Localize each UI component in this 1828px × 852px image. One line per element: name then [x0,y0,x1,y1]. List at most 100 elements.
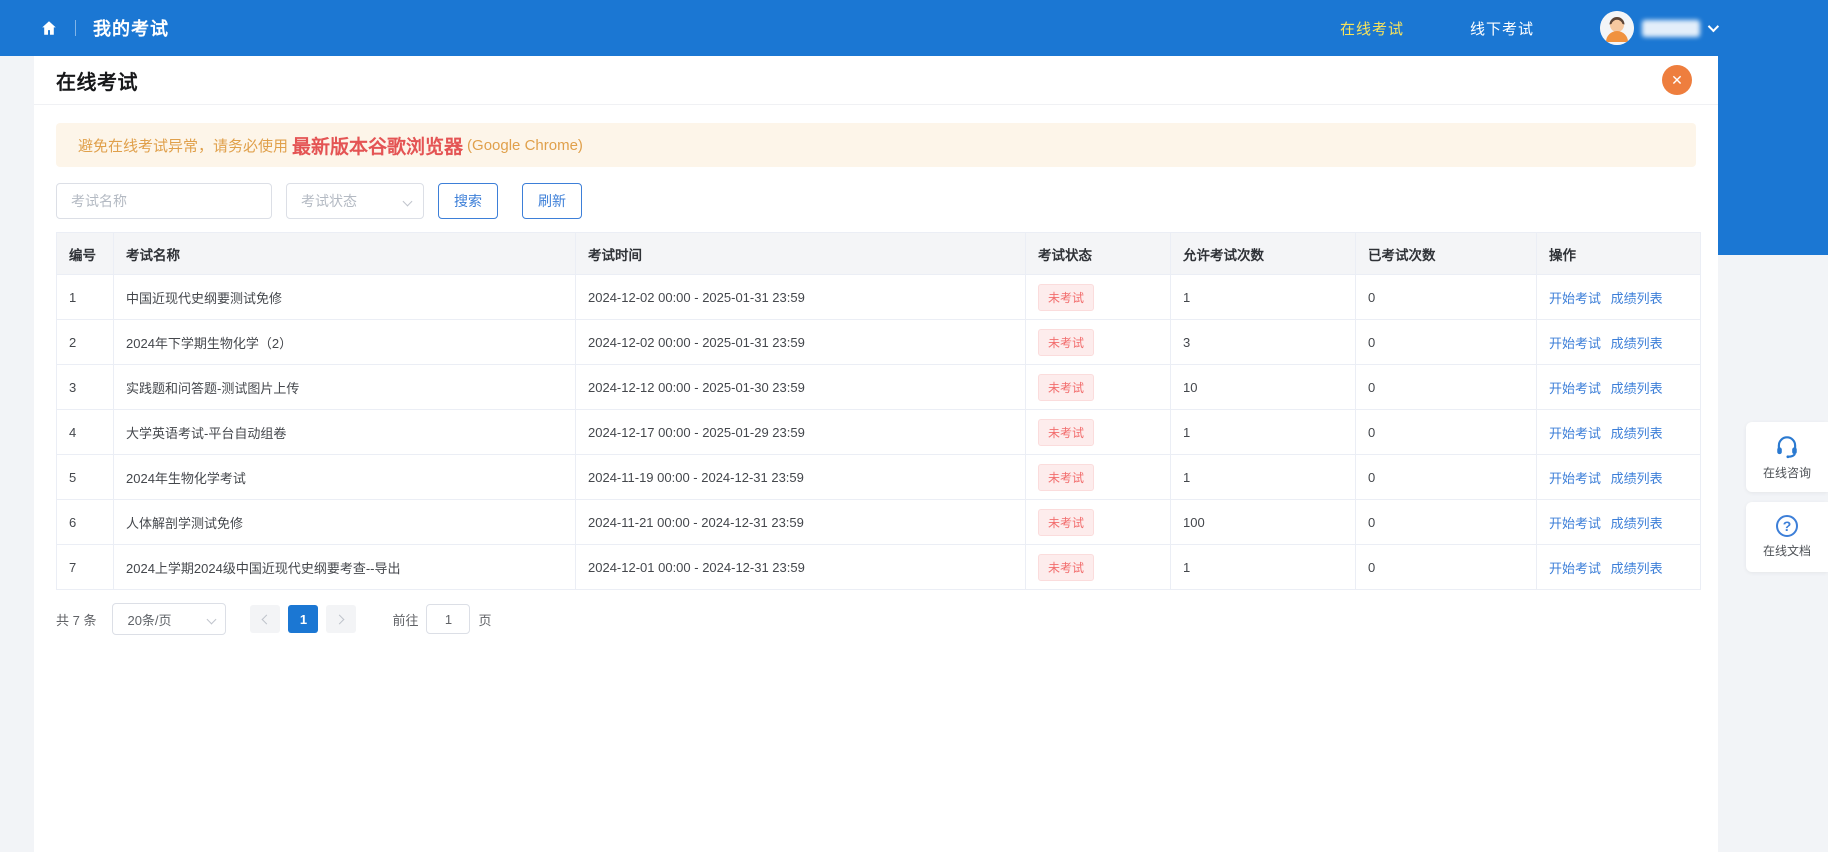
start-exam-link[interactable]: 开始考试 [1549,471,1601,486]
status-badge: 未考试 [1038,508,1095,536]
cell-actions: 开始考试 成绩列表 [1536,454,1701,500]
cell-allowed: 100 [1170,499,1356,545]
cell-no: 2 [56,319,114,365]
page-size-select[interactable]: 20条/页 [112,603,227,635]
cell-no: 4 [56,409,114,455]
table-row: 4 大学英语考试-平台自动组卷 2024-12-17 00:00 - 2025-… [56,409,1701,455]
score-list-link[interactable]: 成绩列表 [1611,426,1663,441]
cell-name: 大学英语考试-平台自动组卷 [113,409,576,455]
start-exam-link[interactable]: 开始考试 [1549,426,1601,441]
close-icon: ✕ [1671,71,1683,88]
banner-prefix: 避免在线考试异常，请务必使用 [78,137,289,155]
start-exam-link[interactable]: 开始考试 [1549,381,1601,396]
cell-time: 2024-12-01 00:00 - 2024-12-31 23:59 [575,544,1026,590]
column-header-status: 考试状态 [1025,232,1171,275]
score-list-link[interactable]: 成绩列表 [1611,336,1663,351]
status-badge: 未考试 [1038,418,1095,446]
headset-icon [1774,433,1800,459]
table-header-row: 编号 考试名称 考试时间 考试状态 允许考试次数 已考试次数 操作 [56,232,1701,275]
nav-item-offline-exam[interactable]: 线下考试 [1470,18,1534,39]
start-exam-link[interactable]: 开始考试 [1549,291,1601,306]
cell-status: 未考试 [1025,544,1171,590]
score-list-link[interactable]: 成绩列表 [1611,561,1663,576]
pagination: 共 7 条 20条/页 1 前往 页 [56,603,1696,635]
cell-actions: 开始考试 成绩列表 [1536,544,1701,590]
goto-suffix: 页 [478,612,492,628]
start-exam-link[interactable]: 开始考试 [1549,561,1601,576]
start-exam-link[interactable]: 开始考试 [1549,516,1601,531]
search-button[interactable]: 搜索 [438,183,498,219]
cell-actions: 开始考试 成绩列表 [1536,409,1701,455]
cell-status: 未考试 [1025,364,1171,410]
cell-no: 5 [56,454,114,500]
cell-name: 实践题和问答题-测试图片上传 [113,364,576,410]
online-consult-widget[interactable]: 在线咨询 [1746,422,1828,492]
cell-status: 未考试 [1025,409,1171,455]
goto-page-input[interactable] [426,604,471,634]
current-page-button[interactable]: 1 [288,605,319,633]
score-list-link[interactable]: 成绩列表 [1611,471,1663,486]
score-list-link[interactable]: 成绩列表 [1611,381,1663,396]
cell-no: 6 [56,499,114,545]
chevron-left-icon [262,614,272,624]
column-header-taken: 已考试次数 [1355,232,1537,275]
cell-taken: 0 [1355,544,1537,590]
close-button[interactable]: ✕ [1662,65,1692,95]
cell-taken: 0 [1355,454,1537,500]
cell-taken: 0 [1355,499,1537,545]
banner-suffix: (Google Chrome) [467,136,583,154]
column-header-name: 考试名称 [113,232,576,275]
cell-actions: 开始考试 成绩列表 [1536,319,1701,365]
cell-no: 7 [56,544,114,590]
chevron-down-icon [207,614,217,624]
page-size-value: 20条/页 [127,612,172,628]
column-header-no: 编号 [56,232,114,275]
cell-allowed: 1 [1170,454,1356,500]
nav-item-online-exam[interactable]: 在线考试 [1340,18,1404,39]
table-row: 1 中国近现代史纲要测试免修 2024-12-02 00:00 - 2025-0… [56,274,1701,320]
score-list-link[interactable]: 成绩列表 [1611,291,1663,306]
refresh-button[interactable]: 刷新 [522,183,582,219]
table-row: 7 2024上学期2024级中国近现代史纲要考查--导出 2024-12-01 … [56,544,1701,590]
goto-label: 前往 [392,612,419,628]
cell-no: 3 [56,364,114,410]
chrome-warning-banner: 避免在线考试异常，请务必使用 最新版本谷歌浏览器 (Google Chrome) [56,123,1696,167]
column-header-time: 考试时间 [575,232,1026,275]
cell-name: 2024年生物化学考试 [113,454,576,500]
exam-status-placeholder: 考试状态 [301,193,357,209]
user-menu[interactable] [1600,11,1720,45]
cell-taken: 0 [1355,409,1537,455]
chevron-down-icon [1707,20,1720,33]
home-icon[interactable] [40,19,58,37]
cell-status: 未考试 [1025,274,1171,320]
user-avatar[interactable] [1600,11,1634,45]
prev-page-button[interactable] [250,605,281,633]
exam-table-body: 1 中国近现代史纲要测试免修 2024-12-02 00:00 - 2025-0… [56,274,1701,590]
cell-time: 2024-11-19 00:00 - 2024-12-31 23:59 [575,454,1026,500]
exam-name-input[interactable] [56,183,272,219]
next-page-button[interactable] [326,605,357,633]
status-badge: 未考试 [1038,463,1095,491]
cell-time: 2024-12-02 00:00 - 2025-01-31 23:59 [575,319,1026,365]
exam-status-select[interactable]: 考试状态 [286,183,424,219]
cell-allowed: 3 [1170,319,1356,365]
question-icon: ? [1776,515,1798,537]
app-header: 我的考试 在线考试 线下考试 [0,0,1828,56]
score-list-link[interactable]: 成绩列表 [1611,516,1663,531]
online-docs-widget[interactable]: ? 在线文档 [1746,502,1828,572]
status-badge: 未考试 [1038,553,1095,581]
cell-name: 2024上学期2024级中国近现代史纲要考查--导出 [113,544,576,590]
start-exam-link[interactable]: 开始考试 [1549,336,1601,351]
cell-actions: 开始考试 成绩列表 [1536,274,1701,320]
cell-name: 人体解剖学测试免修 [113,499,576,545]
chevron-down-icon [402,196,413,206]
cell-allowed: 1 [1170,274,1356,320]
banner-highlight: 最新版本谷歌浏览器 [292,136,464,158]
column-header-actions: 操作 [1536,232,1701,275]
status-badge: 未考试 [1038,373,1095,401]
total-count: 共 7 条 [56,612,97,628]
user-name-blurred [1642,19,1700,37]
table-row: 6 人体解剖学测试免修 2024-11-21 00:00 - 2024-12-3… [56,499,1701,545]
cell-time: 2024-12-17 00:00 - 2025-01-29 23:59 [575,409,1026,455]
consult-label: 在线咨询 [1762,466,1811,480]
